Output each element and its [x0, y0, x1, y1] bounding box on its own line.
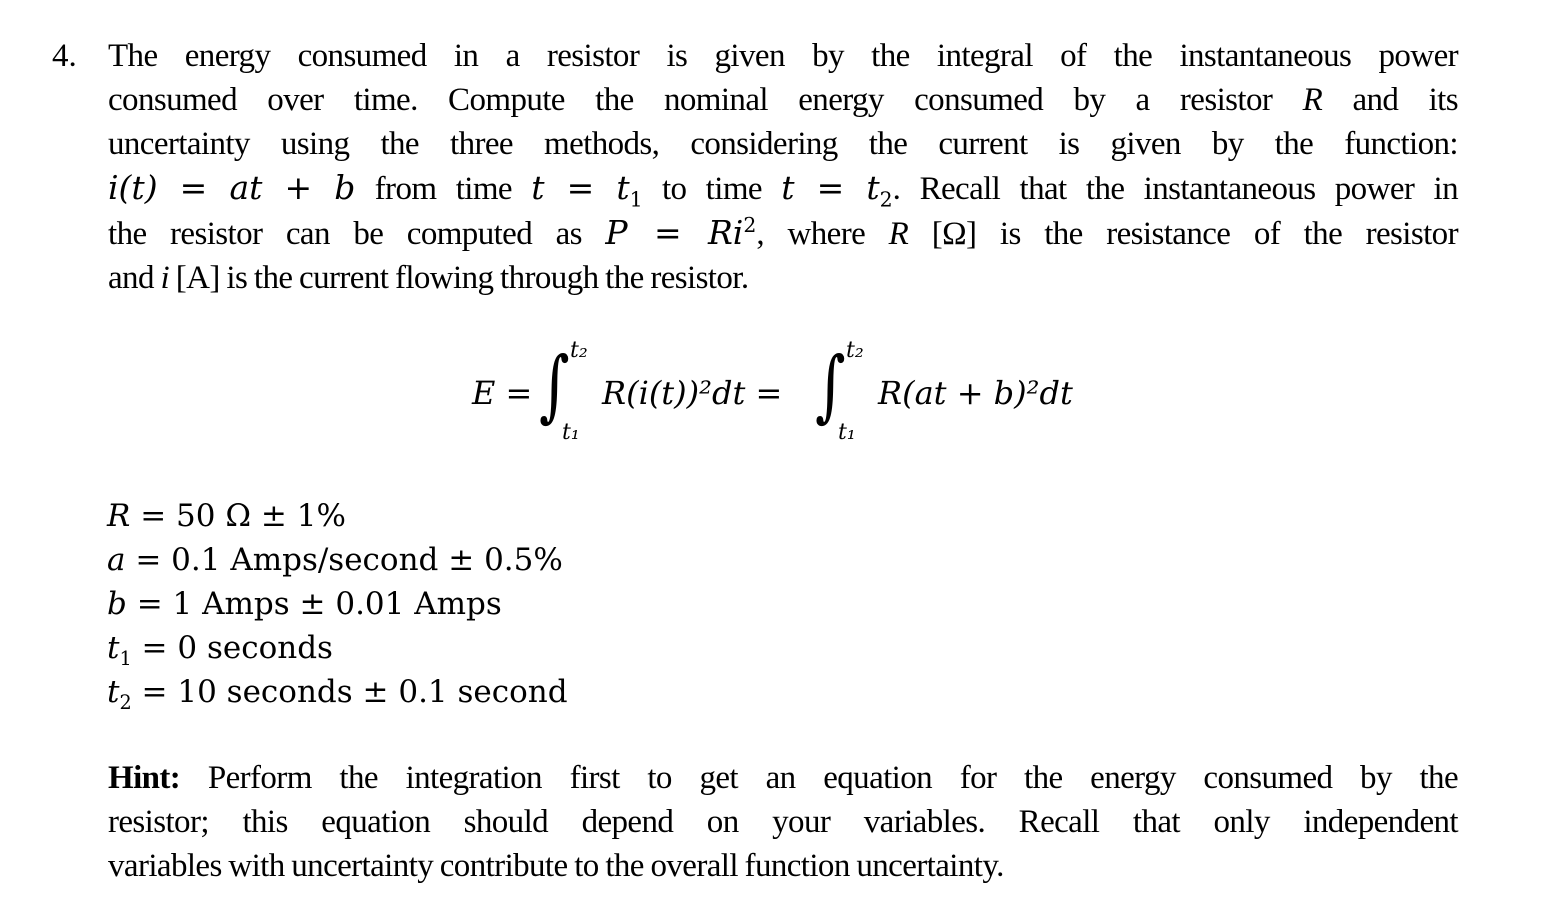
- integral-sign-2: ∫: [815, 341, 846, 431]
- problem-line-2: consumed over time. Compute the nominal …: [108, 78, 1459, 122]
- t-equals-t1: t = t1: [531, 168, 642, 210]
- problem-number: 4.: [52, 38, 77, 74]
- problem-text: The energy consumed in a resistor is giv…: [108, 34, 1459, 300]
- variable-value: = 1 Amps ± 0.01 Amps: [136, 586, 502, 622]
- variable-row: R = 50 Ω ± 1%: [107, 494, 568, 538]
- variable-name: t: [107, 674, 120, 710]
- variable-value: = 0 seconds: [141, 630, 333, 666]
- subscript: 1: [629, 187, 643, 212]
- upper-limit-2: t₂: [846, 338, 864, 363]
- text-span: the resistor can be computed as: [108, 216, 583, 252]
- energy-equation: E = ∫ t₂ t₁ R(i(t))²dt = ∫ t₂ t₁ R(at + …: [470, 338, 1110, 450]
- problem-line-1: The energy consumed in a resistor is giv…: [108, 38, 1459, 74]
- text-span: t = t: [531, 168, 630, 207]
- variable-name: t: [107, 630, 120, 666]
- text-span: to time: [661, 171, 763, 207]
- integral-sign-1: ∫: [539, 341, 570, 431]
- hint-paragraph: Hint: Perform the integration first to g…: [108, 756, 1459, 888]
- variable-value: = 10 seconds ± 0.1 second: [141, 674, 568, 710]
- var-R: R: [888, 216, 909, 252]
- superscript: 2: [743, 213, 757, 237]
- hint-line-3: variables with uncertainty contribute to…: [108, 848, 1004, 884]
- var-P: P: [605, 213, 628, 252]
- problem-line-4: i(t) = at + b from time t = t1 to time t…: [108, 166, 1459, 211]
- text-span: , where: [756, 216, 866, 252]
- variable-name: b: [107, 586, 127, 622]
- text-span: and: [108, 260, 154, 296]
- problem-line-3: uncertainty using the three methods, con…: [108, 126, 1459, 162]
- text-span: from time: [374, 171, 513, 207]
- equation-lhs: E =: [472, 374, 533, 412]
- lower-limit-2: t₁: [838, 420, 856, 445]
- integrand-1: R(i(t))²dt =: [602, 374, 783, 412]
- variable-row: t1 = 0 seconds: [107, 626, 568, 670]
- integrand-2: R(at + b)²dt: [878, 374, 1073, 412]
- variable-row: a = 0.1 Amps/second ± 0.5%: [107, 538, 568, 582]
- unit-amp: [A]: [175, 260, 221, 296]
- problem-line-6: and i [A] is the current flowing through…: [108, 256, 1458, 300]
- text-span: is the resistance of the resistor: [999, 216, 1459, 252]
- hint-line-1: Hint: Perform the integration first to g…: [108, 756, 1459, 800]
- lower-limit-1: t₁: [562, 420, 580, 445]
- equals-sign: =: [627, 213, 708, 252]
- var-i: i: [160, 260, 170, 296]
- var-R: R: [1302, 82, 1323, 118]
- text-span: Perform the integration first to get an …: [207, 760, 1459, 796]
- unit-ohm: [Ω]: [931, 216, 977, 252]
- upper-limit-1: t₂: [570, 338, 588, 363]
- variable-subscript: 2: [119, 691, 132, 715]
- text-span: and its: [1352, 82, 1458, 118]
- text-span: Ri: [707, 213, 744, 252]
- text-span: is the current flowing through the resis…: [226, 260, 749, 296]
- problem-line-5: the resistor can be computed as P = Ri2,…: [108, 211, 1459, 256]
- power-formula: Ri2: [708, 213, 756, 252]
- text-span: . Recall that the instantaneous power in: [892, 171, 1459, 207]
- hint-label: Hint:: [108, 760, 181, 796]
- variable-list: R = 50 Ω ± 1% a = 0.1 Amps/second ± 0.5%…: [107, 494, 568, 714]
- subscript: 2: [879, 187, 893, 212]
- variable-value: = 50 Ω ± 1%: [140, 498, 346, 534]
- text-span: consumed over time. Compute the nominal …: [108, 82, 1273, 118]
- variable-row: b = 1 Amps ± 0.01 Amps: [107, 582, 568, 626]
- variable-name: R: [107, 498, 131, 534]
- variable-subscript: 1: [119, 647, 132, 671]
- t-equals-t2: t = t2: [781, 168, 892, 210]
- variable-value: = 0.1 Amps/second ± 0.5%: [135, 542, 563, 578]
- variable-name: a: [107, 542, 126, 578]
- current-function: i(t) = at + b: [108, 168, 356, 207]
- text-span: t = t: [781, 168, 880, 207]
- hint-line-2: resistor; this equation should depend on…: [108, 804, 1459, 840]
- variable-row: t2 = 10 seconds ± 0.1 second: [107, 670, 568, 714]
